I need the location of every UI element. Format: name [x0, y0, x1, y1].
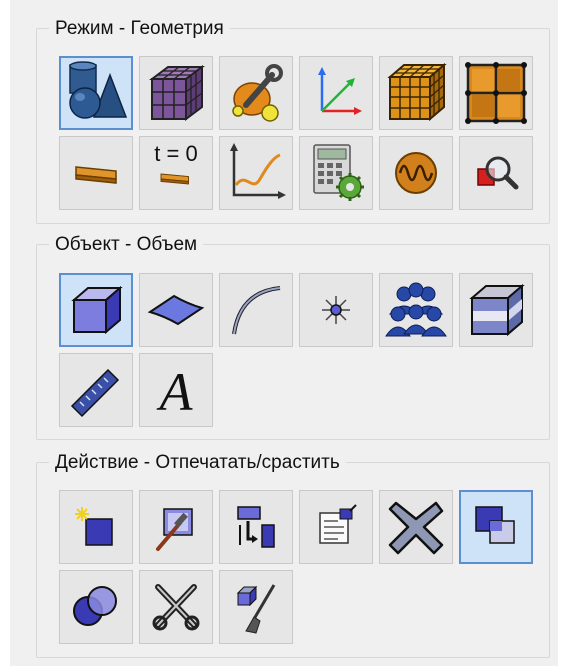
- cube-brush-icon: [236, 584, 276, 634]
- delete-button[interactable]: [379, 490, 453, 564]
- hammer-image-icon: [156, 508, 193, 551]
- grid-button[interactable]: [459, 56, 533, 130]
- edge-button[interactable]: [219, 273, 293, 347]
- geometry-mode-button[interactable]: [59, 56, 133, 130]
- group-button[interactable]: [379, 273, 453, 347]
- vertex-star-icon: [322, 296, 350, 324]
- tools-wrench-icon: [232, 64, 283, 122]
- group-people-icon: [385, 282, 447, 337]
- time-zero-button[interactable]: t = 0: [139, 136, 213, 210]
- layered-volume-button[interactable]: [459, 273, 533, 347]
- calculator-button[interactable]: [299, 136, 373, 210]
- group-object-title: Объект - Объем: [49, 233, 204, 257]
- t0-surface-icon: [160, 173, 189, 185]
- measure-button[interactable]: [59, 353, 133, 427]
- properties-button[interactable]: [299, 490, 373, 564]
- zoom-button[interactable]: [459, 136, 533, 210]
- t0-label: t = 0: [154, 141, 198, 166]
- layered-cube-icon: [469, 283, 525, 337]
- thin-surface-button[interactable]: [59, 136, 133, 210]
- boolean-button[interactable]: [59, 570, 133, 644]
- split-button[interactable]: [139, 570, 213, 644]
- geometry-shapes-icon: [69, 61, 128, 119]
- circles-unite-icon: [73, 586, 117, 626]
- group-mode-title: Режим - Геометрия: [49, 17, 230, 41]
- transfer-arrows-icon: [237, 506, 275, 548]
- mesh-mode-button[interactable]: [139, 56, 213, 130]
- move-button[interactable]: [219, 490, 293, 564]
- cleanup-button[interactable]: [219, 570, 293, 644]
- group-action-title: Действие - Отпечатать/срастить: [49, 451, 346, 475]
- zoom-magnifier-icon: [477, 156, 519, 190]
- structured-mesh-icon: [387, 62, 447, 122]
- volume-button[interactable]: [59, 273, 133, 347]
- structured-mesh-button[interactable]: [379, 56, 453, 130]
- face-button[interactable]: [139, 273, 213, 347]
- edge-curve-icon: [232, 286, 281, 335]
- graph-plot-icon: [230, 143, 286, 199]
- overlap-squares-icon: [475, 506, 515, 544]
- tools-button[interactable]: [219, 56, 293, 130]
- imprint-merge-button[interactable]: [459, 490, 533, 564]
- mesh-cube-icon: [149, 65, 205, 121]
- wave-signal-icon: [395, 152, 437, 194]
- ruler-icon: [70, 368, 120, 418]
- calculator-gear-icon: [313, 144, 364, 201]
- grid-icon: [465, 62, 527, 124]
- document-properties-icon: [319, 504, 357, 544]
- coordinate-system-button[interactable]: [299, 56, 373, 130]
- signal-button[interactable]: [379, 136, 453, 210]
- plot-button[interactable]: [219, 136, 293, 210]
- toolbox-panel: Режим - Геометрия t = 0 Объект - Объем A…: [10, 0, 558, 666]
- text-a-icon: A: [157, 362, 194, 422]
- vertex-button[interactable]: [299, 273, 373, 347]
- new-cube-sparkle-icon: [75, 507, 113, 546]
- svg-text:A: A: [157, 362, 194, 422]
- thin-surface-icon: [75, 166, 117, 184]
- create-button[interactable]: [59, 490, 133, 564]
- volume-cube-icon: [71, 285, 123, 335]
- face-surface-icon: [147, 294, 205, 326]
- axes-icon: [318, 67, 362, 115]
- modify-button[interactable]: [139, 490, 213, 564]
- scissors-icon: [152, 584, 200, 631]
- big-x-delete-icon: [388, 501, 444, 555]
- text-button[interactable]: A: [139, 353, 213, 427]
